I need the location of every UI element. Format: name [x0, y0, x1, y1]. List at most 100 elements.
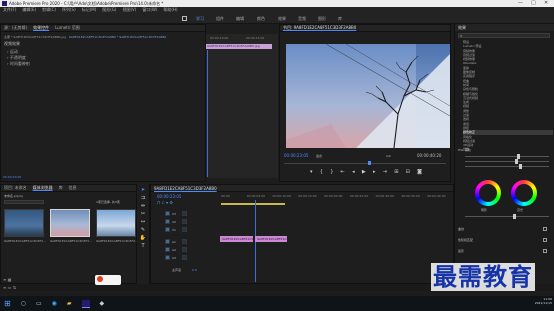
effects-tree-item[interactable]: 划像	[463, 147, 553, 151]
video-track-target-button[interactable]	[165, 227, 170, 232]
program-tab[interactable]: 节目: 9A8FD1E2CA8F51C3D3F2A8B0	[283, 25, 356, 31]
tab-effect-controls[interactable]: 效果控件	[33, 25, 49, 31]
pen-tool-icon[interactable]: ✎	[141, 227, 145, 233]
vignette-checkbox[interactable]	[543, 249, 547, 253]
video-track-toggle-button[interactable]	[182, 219, 187, 224]
lumetri-slider-2[interactable]	[465, 159, 549, 164]
project-thumbnail-1[interactable]	[4, 209, 44, 237]
type-tool-icon[interactable]: T	[141, 243, 144, 249]
video-track-target-button[interactable]	[165, 219, 170, 224]
minimize-button[interactable]: —	[518, 0, 523, 6]
master-volume-value[interactable]: 0.0	[192, 268, 197, 272]
step-back-icon[interactable]: ◂	[352, 169, 355, 175]
snap-icon[interactable]: ⊓	[157, 200, 160, 205]
list-view-status-icon[interactable]: ≡	[3, 285, 6, 290]
maximize-button[interactable]: □	[531, 0, 536, 6]
workspace-tab-libraries[interactable]: 库	[338, 16, 342, 22]
tab-lumetri-scopes[interactable]: Lumetri 范围	[55, 25, 80, 31]
fit-dropdown[interactable]: 适合	[316, 154, 322, 158]
workspace-tab-color[interactable]: 颜色	[257, 16, 265, 22]
resolution-dropdown[interactable]: 1/2	[386, 154, 391, 158]
play-icon[interactable]: ▶	[362, 169, 366, 175]
windows-start-icon[interactable]: ⊞	[4, 299, 11, 308]
effects-search-input[interactable]: ⌕	[458, 33, 550, 38]
workspace-tab-editing[interactable]: 编辑	[236, 16, 244, 22]
edge-icon[interactable]: ◉	[52, 300, 57, 307]
tab-source[interactable]: 源：(无剪辑)	[4, 25, 27, 31]
workspace-tab-graphics[interactable]: 图形	[318, 16, 326, 22]
go-to-out-icon[interactable]: ⇥	[383, 169, 387, 175]
list-view-icon[interactable]: ≡	[3, 277, 6, 282]
tab-media-browser[interactable]: 媒体浏览器	[33, 185, 53, 191]
audio-track-toggle-button[interactable]	[182, 247, 187, 252]
slip-tool-icon[interactable]: ↔	[141, 219, 145, 225]
audio-track-target-button[interactable]	[165, 239, 170, 244]
ec-item-time-remap[interactable]: › 时间重映射	[7, 61, 205, 67]
ec-mini-clip[interactable]: 9A8FD1E2CA8F51C3D3F2A8B0.jpg	[206, 44, 272, 49]
audio-track-label[interactable]: A1	[172, 240, 176, 244]
audio-track-target-button[interactable]	[165, 255, 170, 260]
program-timecode[interactable]: 00:00:23:05	[284, 153, 308, 158]
audio-track-label[interactable]: A3	[172, 256, 176, 260]
premiere-taskbar-icon[interactable]	[81, 299, 90, 308]
step-forward-icon[interactable]: ▸	[373, 169, 376, 175]
wrench-icon[interactable]: ⚙	[169, 200, 173, 205]
search-icon[interactable]: ○	[21, 300, 26, 307]
icon-view-icon[interactable]: ▦	[8, 277, 12, 282]
project-thumbnail-2[interactable]	[50, 209, 90, 237]
audio-track-toggle-button[interactable]	[182, 239, 187, 244]
tab-project[interactable]: 项目: 未命名	[4, 185, 27, 191]
mark-in-icon[interactable]: {	[320, 169, 323, 175]
export-frame-icon[interactable]: ◙	[417, 169, 422, 175]
taskbar-clock[interactable]: 11:06 2021/11/15	[530, 297, 552, 305]
hand-tool-icon[interactable]: ✋	[140, 235, 146, 241]
file-explorer-icon[interactable]: ▰	[67, 300, 72, 307]
lumetri-slider-4[interactable]	[465, 214, 549, 219]
workspace-tab-audio[interactable]: 音频	[298, 16, 306, 22]
effects-panel-title[interactable]: 效果	[455, 24, 554, 31]
audio-track-toggle-button[interactable]	[182, 255, 187, 260]
sort-icon[interactable]: ⇅	[13, 285, 16, 290]
mark-out-icon[interactable]: }	[330, 169, 333, 175]
workspace-tab-learn[interactable]: 学习	[196, 16, 204, 22]
highlights-color-wheel[interactable]	[511, 180, 537, 206]
project-thumbnail-3[interactable]	[96, 209, 136, 237]
timeline-timecode[interactable]: 00:00:23:05	[157, 194, 181, 199]
video-track-target-button[interactable]	[165, 211, 170, 216]
insert-icon[interactable]: ⊞	[394, 169, 398, 175]
task-view-icon[interactable]: ▭	[36, 300, 42, 307]
app-taskbar-icon[interactable]: ◆	[100, 300, 105, 307]
selection-tool-icon[interactable]: ➤	[141, 187, 145, 193]
curves-checkbox[interactable]	[543, 227, 547, 231]
workspace-tab-assembly[interactable]: 组件	[216, 16, 224, 22]
shadows-color-wheel[interactable]	[475, 180, 501, 206]
overwrite-icon[interactable]: ⊟	[406, 169, 410, 175]
ime-toolbar[interactable]	[95, 275, 121, 285]
ec-playhead[interactable]	[207, 50, 208, 177]
home-icon[interactable]	[182, 16, 187, 21]
video-track-label[interactable]: V1	[172, 228, 176, 232]
video-track-toggle-button[interactable]	[182, 211, 187, 216]
program-playhead[interactable]	[368, 161, 371, 165]
audio-track-label[interactable]: A2	[172, 248, 176, 252]
lumetri-slider-1[interactable]	[465, 154, 549, 159]
razor-tool-icon[interactable]: ✂	[141, 211, 145, 217]
timeline-clip-2[interactable]: 9A8FD1E2CA8F51C3D3F2	[255, 236, 287, 242]
video-track-label[interactable]: V3	[172, 212, 176, 216]
tab-info[interactable]: 信息	[69, 185, 77, 191]
lumetri-slider-3[interactable]	[465, 164, 549, 169]
program-scrubber[interactable]	[284, 163, 446, 164]
audio-track-target-button[interactable]	[165, 247, 170, 252]
video-track-toggle-button[interactable]	[182, 227, 187, 232]
color-wheels-checkbox[interactable]	[543, 238, 547, 242]
freeform-view-icon[interactable]: ▭	[8, 285, 12, 290]
project-search-input[interactable]	[4, 200, 44, 204]
workspace-tab-effects[interactable]: 效果	[278, 16, 286, 22]
timeline-clip-1[interactable]: 9A8FD1E2CA8F51C3D3F2	[220, 236, 253, 242]
ripple-edit-tool-icon[interactable]: ⇹	[141, 203, 145, 209]
ec-sequence-name[interactable]: 9A8FD1E2CA8F51C3D3F2A8B0 * 9A8FD1E2CA8F5…	[69, 35, 166, 39]
add-marker-timeline-icon[interactable]: ▾	[166, 200, 168, 205]
ec-timecode[interactable]: 00:00:23:05	[3, 175, 21, 179]
tab-libraries[interactable]: 库	[59, 185, 63, 191]
sequence-tab[interactable]: 9A8FD1E2CA8F51C3D3F2A8B0	[154, 186, 217, 191]
